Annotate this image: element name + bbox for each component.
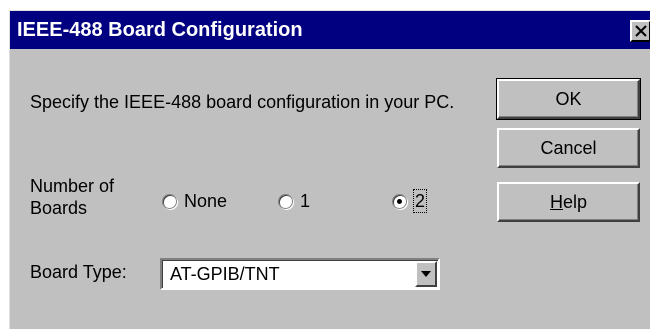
close-button[interactable] [630,20,650,42]
radio-none-label[interactable]: None [184,190,227,212]
help-button[interactable]: Help [497,182,640,222]
chevron-down-icon [421,271,431,277]
instruction-text: Specify the IEEE-488 board configuration… [30,92,455,112]
radio-2-indicator[interactable] [392,193,407,209]
dropdown-arrow-button[interactable] [415,261,437,287]
board-type-label: Board Type: [30,262,127,282]
dialog-title: IEEE-488 Board Configuration [17,19,303,41]
radio-1-label[interactable]: 1 [300,190,310,212]
radio-2[interactable]: 2 [392,189,428,213]
radio-2-label[interactable]: 2 [412,189,428,213]
cancel-button[interactable]: Cancel [497,128,640,168]
help-label-rest: elp [562,192,588,212]
board-type-dropdown[interactable]: AT-GPIB/TNT [160,258,440,290]
number-of-boards-label: Number of Boards [30,176,115,218]
radio-1[interactable]: 1 [278,189,310,213]
radio-none-indicator[interactable] [162,193,177,209]
ok-button[interactable]: OK [496,78,641,120]
radio-none[interactable]: None [162,189,227,213]
close-icon [635,25,647,37]
radio-1-indicator[interactable] [278,193,293,209]
title-bar: IEEE-488 Board Configuration [10,11,650,49]
board-type-value[interactable]: AT-GPIB/TNT [170,263,280,285]
board-configuration-dialog: IEEE-488 Board Configuration Specify the… [9,10,650,329]
help-mnemonic: H [549,192,563,212]
